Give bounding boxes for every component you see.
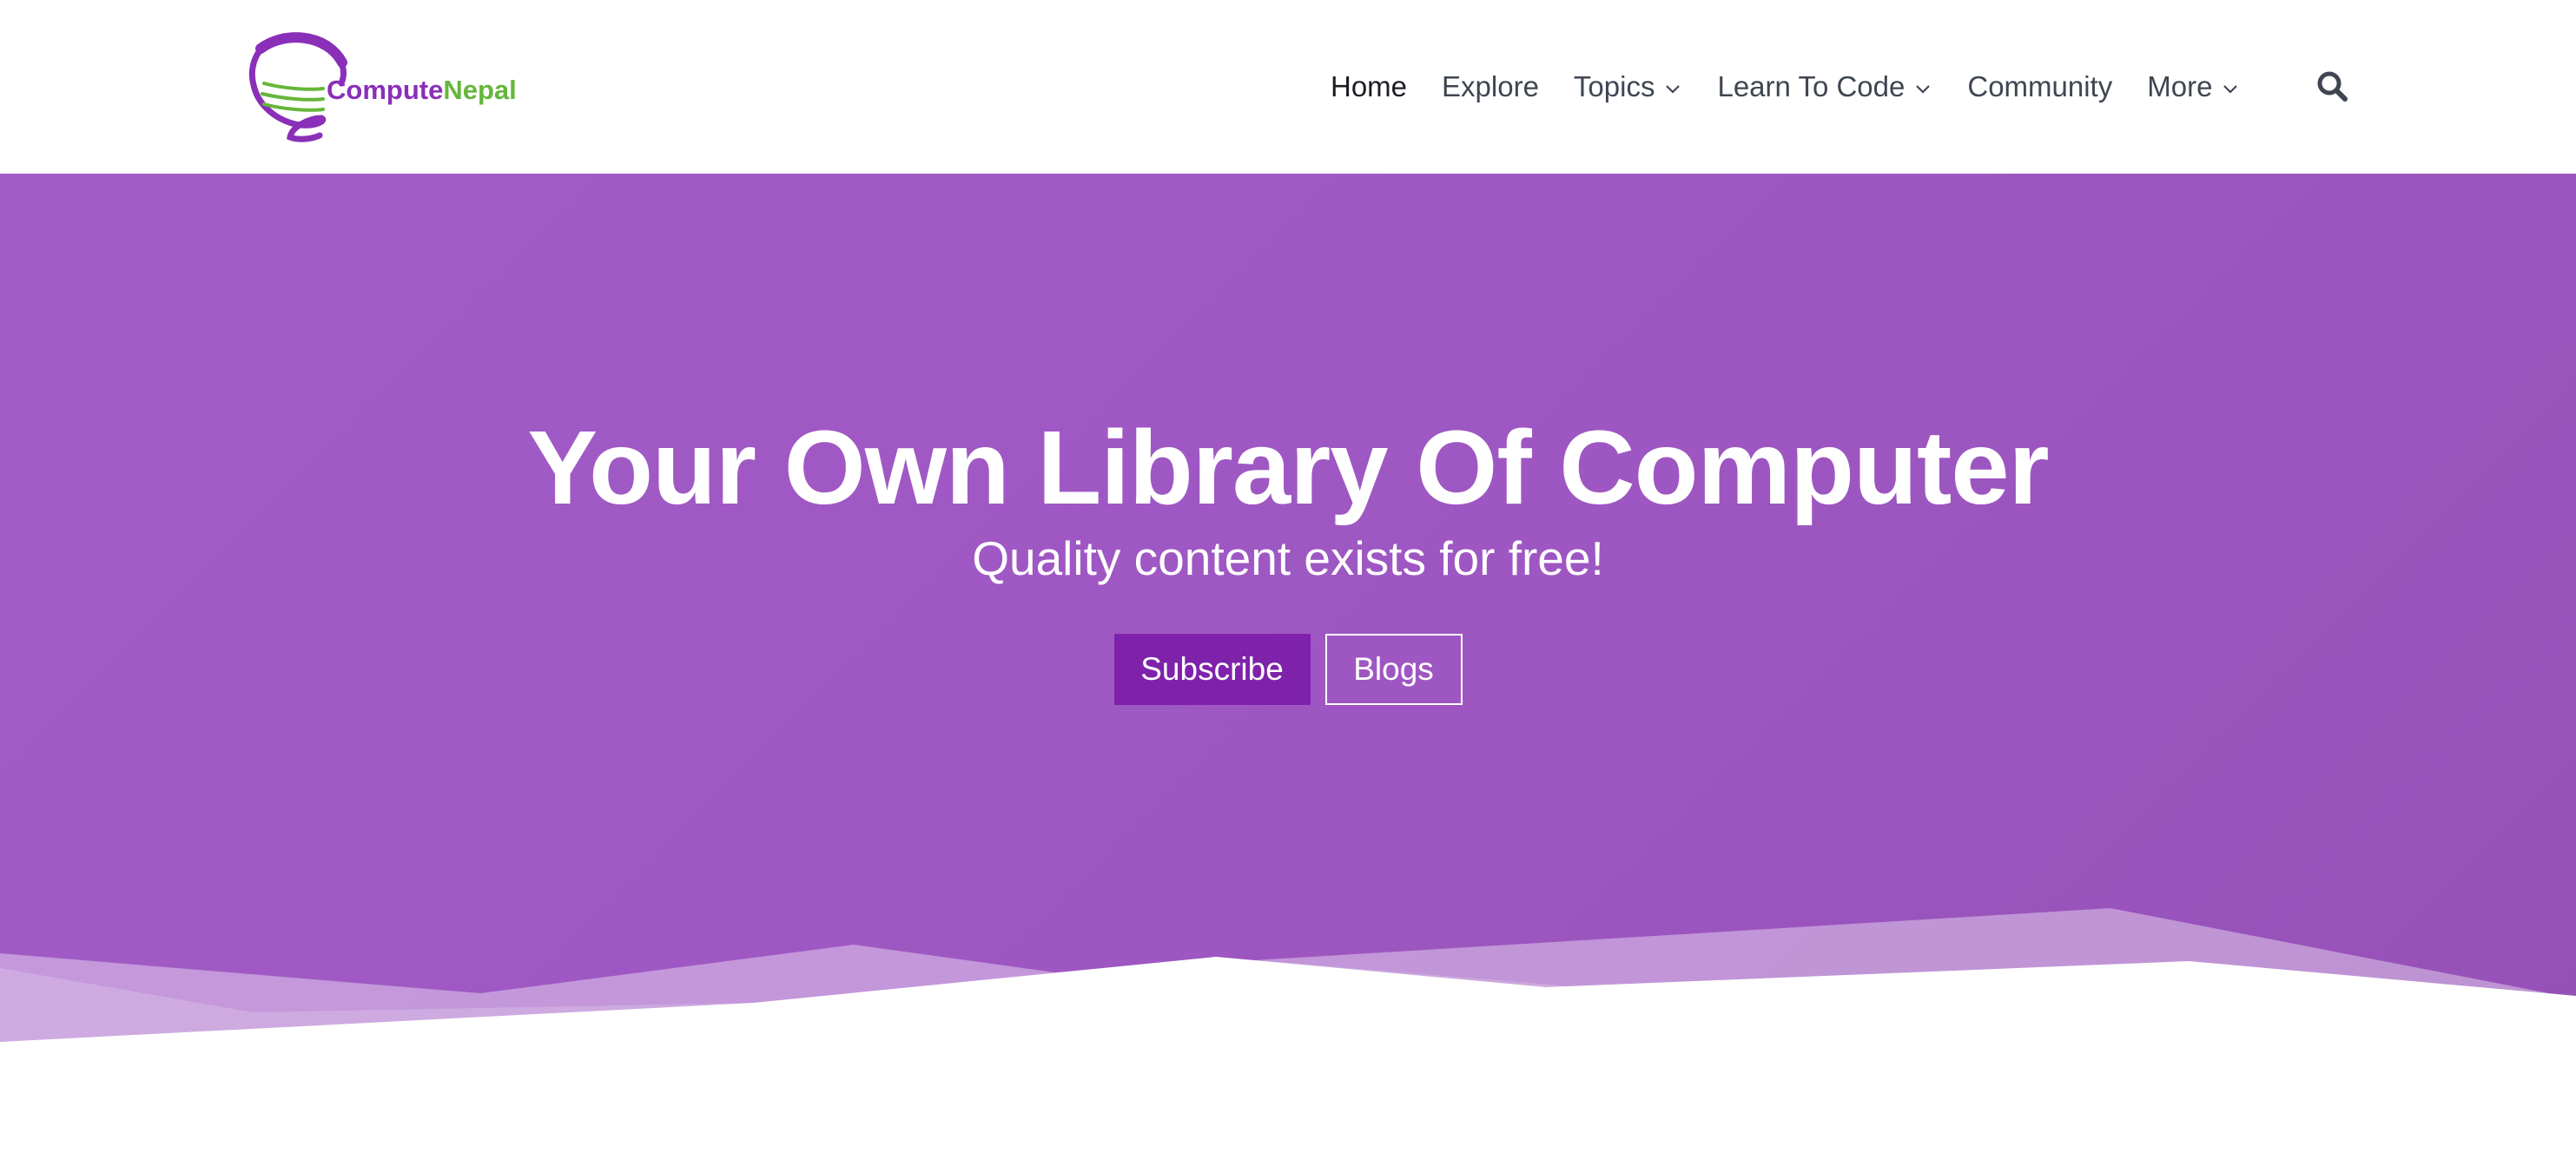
subscribe-button[interactable]: Subscribe — [1113, 634, 1311, 705]
hero-subtitle: Quality content exists for free! — [972, 531, 1604, 585]
logo-text-nepal: Nepal — [443, 75, 517, 105]
main-nav: Home Explore Topics Learn To Code Commun… — [1331, 61, 2240, 113]
search-button[interactable] — [2315, 69, 2350, 104]
hero-section: Your Own Library Of Computer Quality con… — [0, 174, 2576, 1042]
nav-item-learn-to-code-label: Learn To Code — [1717, 70, 1906, 102]
nav-item-explore[interactable]: Explore — [1442, 70, 1539, 103]
logo-text: ComputeNepal — [327, 75, 517, 106]
nav-item-explore-label: Explore — [1442, 70, 1539, 102]
nav-item-topics[interactable]: Topics — [1574, 70, 1683, 103]
chevron-down-icon — [1916, 85, 1931, 94]
blogs-button[interactable]: Blogs — [1324, 634, 1463, 705]
hero-content: Your Own Library Of Computer Quality con… — [0, 408, 2576, 705]
nav-item-learn-to-code[interactable]: Learn To Code — [1717, 70, 1932, 103]
nav-item-home-label: Home — [1331, 70, 1408, 102]
nav-item-topics-label: Topics — [1573, 70, 1655, 102]
hero-title: Your Own Library Of Computer — [527, 408, 2049, 526]
chevron-down-icon — [2223, 85, 2238, 94]
nav-item-more-label: More — [2147, 70, 2213, 102]
nav-item-community-label: Community — [1967, 70, 2113, 102]
hero-buttons: Subscribe Blogs — [0, 634, 2576, 705]
search-icon — [2317, 71, 2348, 102]
chevron-down-icon — [1666, 85, 1681, 94]
page-body — [0, 1042, 2576, 1153]
nav-item-home[interactable]: Home — [1331, 70, 1407, 103]
logo-text-compute: Compute — [327, 75, 444, 105]
nav-item-community[interactable]: Community — [1967, 70, 2112, 103]
nav-item-more[interactable]: More — [2147, 70, 2240, 103]
site-header: ComputeNepal Home Explore Topics Learn T… — [0, 0, 2576, 174]
